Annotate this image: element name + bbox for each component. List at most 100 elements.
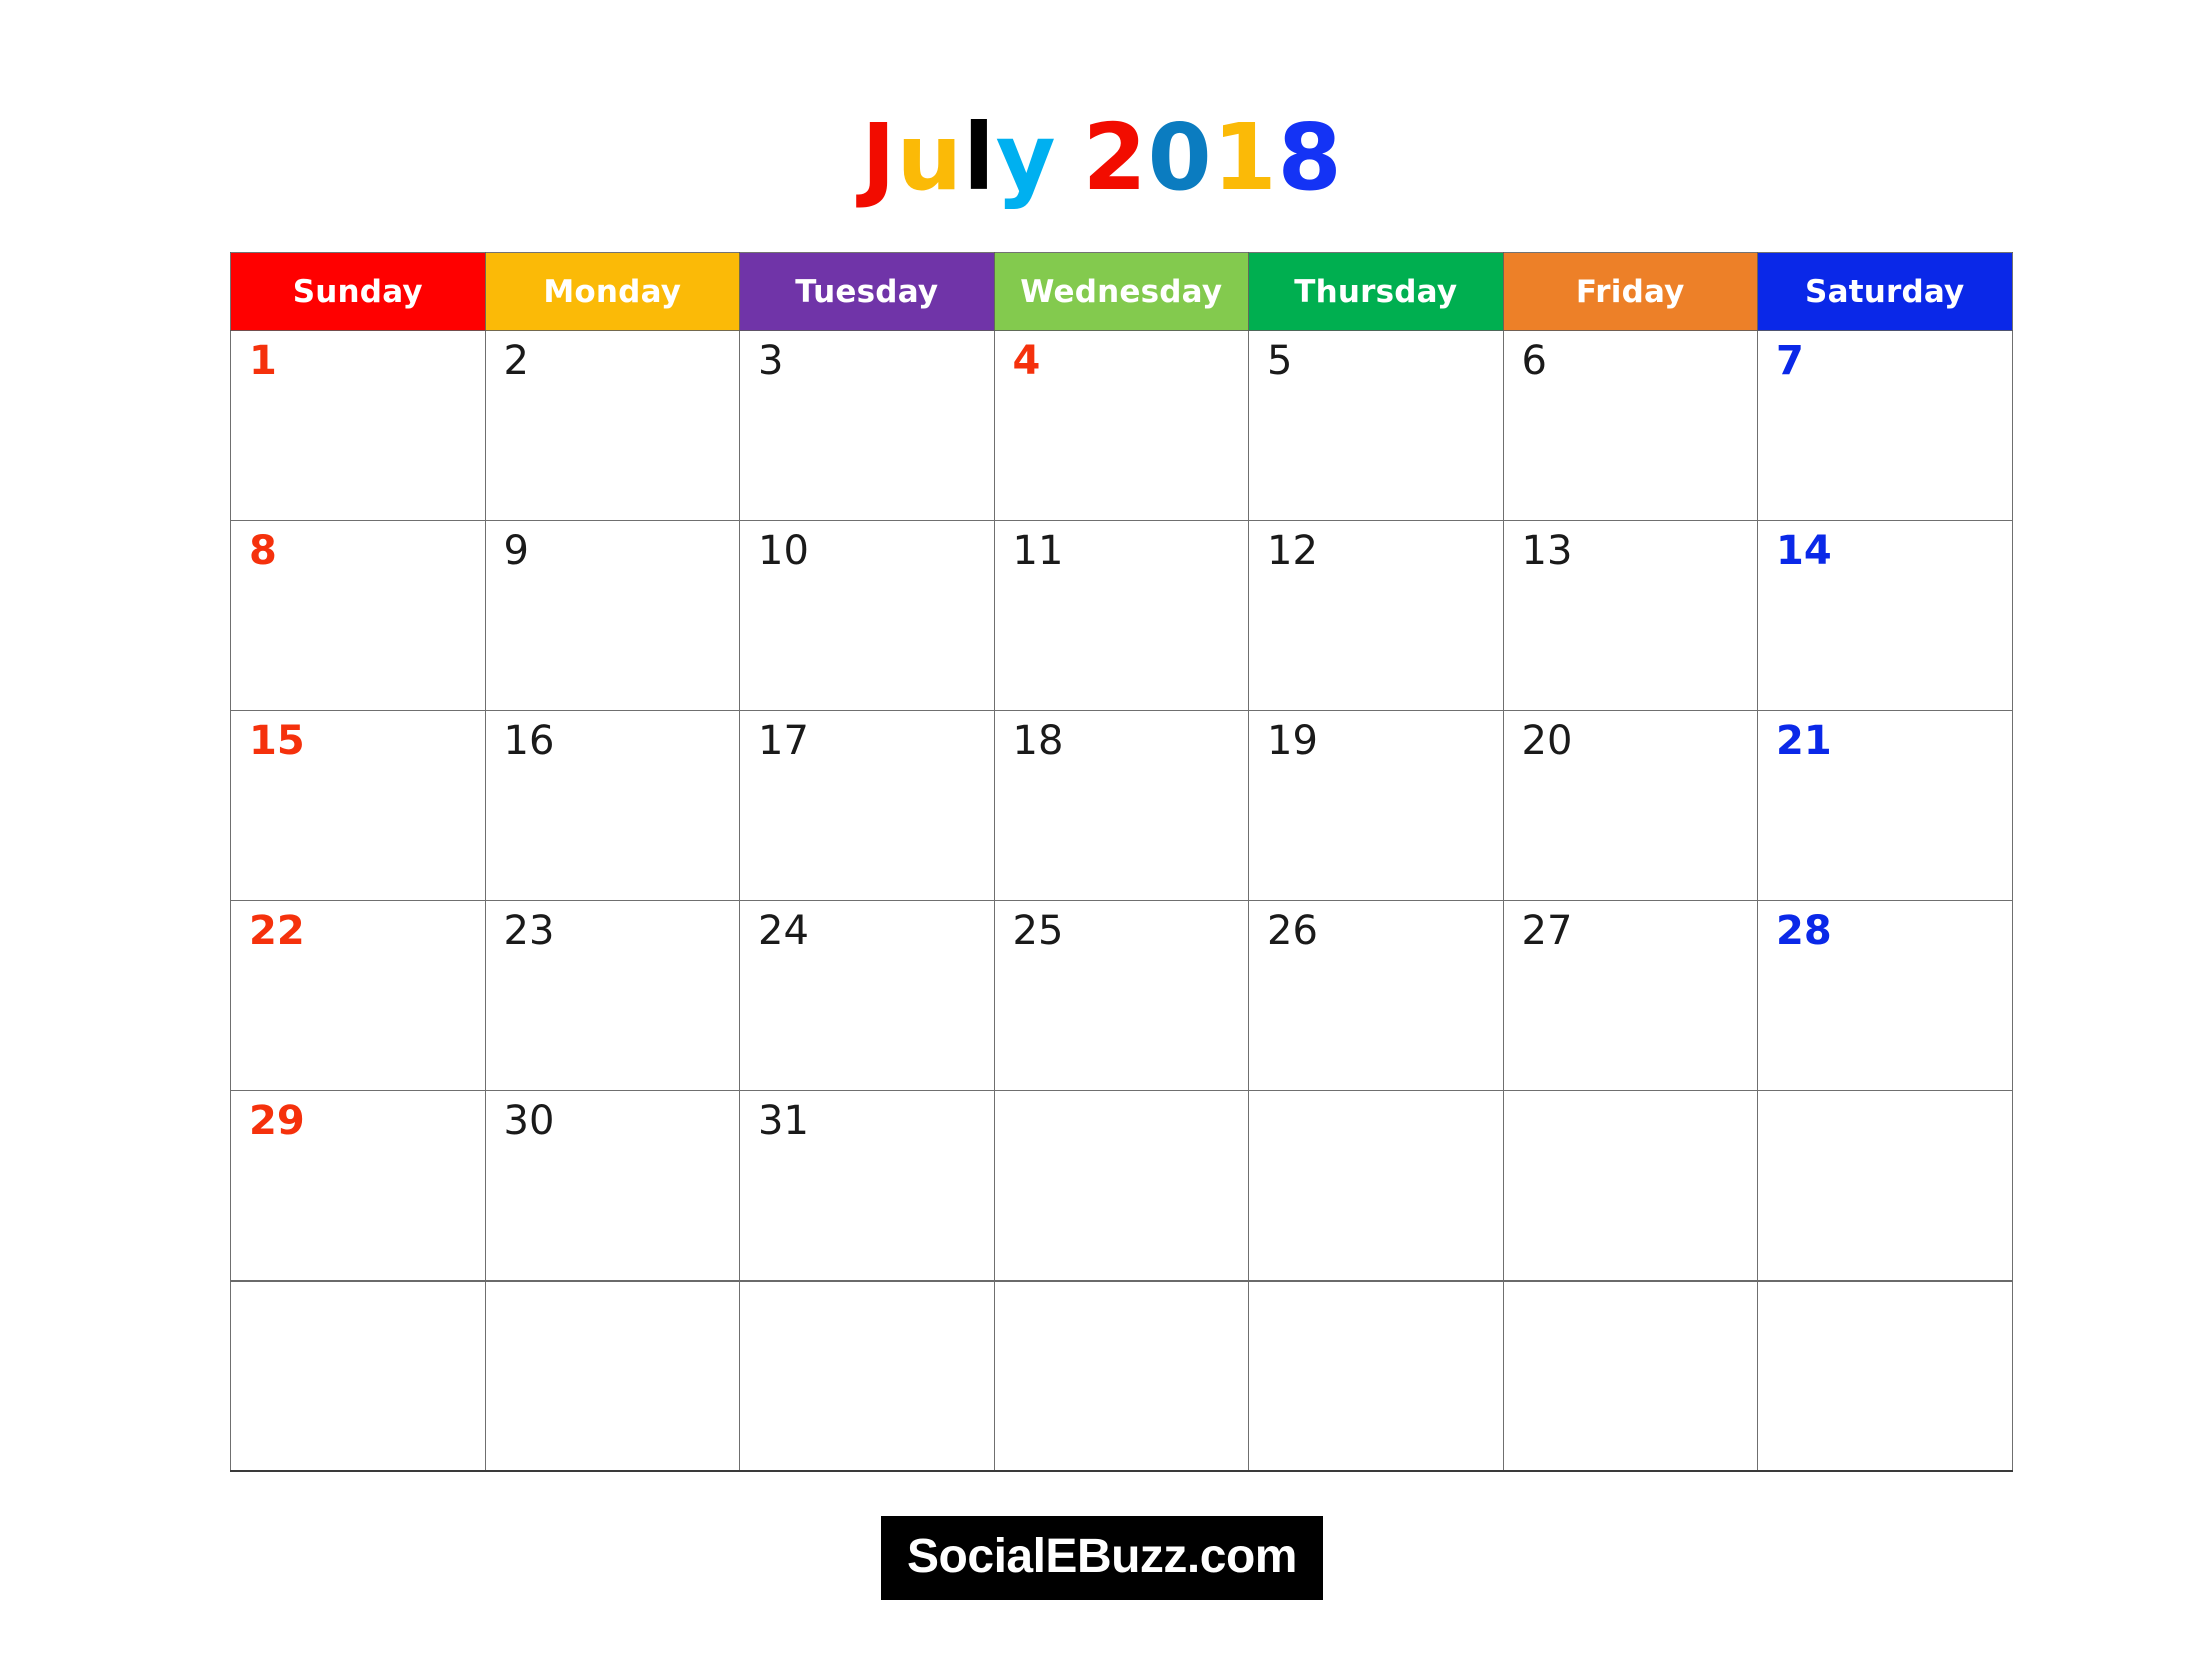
day-number: 29 bbox=[249, 1098, 305, 1144]
day-number: 7 bbox=[1776, 338, 1804, 384]
calendar-header-row: Sunday Monday Tuesday Wednesday Thursday Frid… bbox=[230, 252, 2013, 331]
day-number: 11 bbox=[1012, 528, 1064, 574]
calendar-day-cell-empty[interactable] bbox=[1248, 1090, 1504, 1281]
day-number: 22 bbox=[249, 908, 305, 954]
calendar-day-cell-21[interactable]: 21 bbox=[1757, 710, 2013, 901]
calendar-day-cell-16[interactable]: 16 bbox=[484, 710, 740, 901]
calendar-day-cell-30[interactable]: 30 bbox=[484, 1090, 740, 1281]
calendar-day-cell-5[interactable]: 5 bbox=[1248, 330, 1504, 521]
watermark-label: SocialEBuzz.com bbox=[881, 1516, 1323, 1600]
calendar-day-cell-20[interactable]: 20 bbox=[1502, 710, 1758, 901]
calendar-day-cell-28[interactable]: 28 bbox=[1757, 900, 2013, 1091]
day-number: 27 bbox=[1521, 908, 1573, 954]
day-number: 4 bbox=[1012, 338, 1041, 384]
calendar-body: 1 2 3 4 5 6 7 8 9 10 11 12 13 14 15 16 17 18 19 20 21 22 23 24 2… bbox=[230, 330, 2013, 1472]
day-number: 10 bbox=[758, 528, 809, 574]
day-number: 30 bbox=[503, 1098, 555, 1144]
day-number: 21 bbox=[1776, 718, 1832, 764]
calendar-day-cell-13[interactable]: 13 bbox=[1502, 520, 1758, 711]
calendar-grid: Sunday Monday Tuesday Wednesday Thursday Frid… bbox=[230, 252, 2013, 1472]
title-char-3: y bbox=[995, 104, 1057, 211]
calendar-day-cell-empty[interactable] bbox=[1757, 1279, 2013, 1472]
day-number: 24 bbox=[758, 908, 809, 954]
calendar-day-cell-3[interactable]: 3 bbox=[739, 330, 995, 521]
day-number: 12 bbox=[1267, 528, 1318, 574]
day-number: 13 bbox=[1521, 528, 1573, 574]
day-number: 16 bbox=[503, 718, 555, 764]
calendar-page: July 2018 Sunday Monday Tuesday Wednesday Thu… bbox=[0, 0, 2204, 1660]
calendar-week-row: 1 2 3 4 5 6 7 bbox=[230, 330, 2013, 521]
calendar-day-cell-empty[interactable] bbox=[230, 1279, 486, 1472]
day-number: 20 bbox=[1521, 718, 1573, 764]
weekday-header-saturday: Saturday bbox=[1757, 252, 2013, 331]
calendar-day-cell-9[interactable]: 9 bbox=[484, 520, 740, 711]
weekday-header-friday: Friday bbox=[1502, 252, 1758, 331]
calendar-day-cell-8[interactable]: 8 bbox=[230, 520, 486, 711]
calendar-day-cell-26[interactable]: 26 bbox=[1248, 900, 1504, 1091]
calendar-week-row: 8 9 10 11 12 13 14 bbox=[230, 520, 2013, 711]
calendar-day-cell-31[interactable]: 31 bbox=[739, 1090, 995, 1281]
title-char-7: 1 bbox=[1212, 104, 1278, 211]
day-number: 3 bbox=[758, 338, 784, 384]
day-number: 2 bbox=[503, 338, 529, 384]
day-number: 25 bbox=[1012, 908, 1064, 954]
calendar-day-cell-11[interactable]: 11 bbox=[993, 520, 1249, 711]
weekday-header-wednesday: Wednesday bbox=[993, 252, 1249, 331]
calendar-day-cell-23[interactable]: 23 bbox=[484, 900, 740, 1091]
day-number: 5 bbox=[1267, 338, 1293, 384]
page-title: July 2018 bbox=[0, 112, 2204, 204]
title-char-2: l bbox=[963, 104, 996, 211]
calendar-day-cell-empty[interactable] bbox=[993, 1279, 1249, 1472]
calendar-day-cell-empty[interactable] bbox=[993, 1090, 1249, 1281]
title-char-5: 2 bbox=[1082, 104, 1148, 211]
day-number: 9 bbox=[503, 528, 529, 574]
calendar-day-cell-17[interactable]: 17 bbox=[739, 710, 995, 901]
calendar-day-cell-19[interactable]: 19 bbox=[1248, 710, 1504, 901]
day-number: 28 bbox=[1776, 908, 1832, 954]
calendar-day-cell-29[interactable]: 29 bbox=[230, 1090, 486, 1281]
calendar-day-cell-12[interactable]: 12 bbox=[1248, 520, 1504, 711]
title-char-6: 0 bbox=[1147, 104, 1213, 211]
calendar-day-cell-empty[interactable] bbox=[1248, 1279, 1504, 1472]
calendar-day-cell-empty[interactable] bbox=[1502, 1090, 1758, 1281]
day-number: 19 bbox=[1267, 718, 1318, 764]
calendar-day-cell-empty[interactable] bbox=[739, 1279, 995, 1472]
day-number: 14 bbox=[1776, 528, 1832, 574]
calendar-day-cell-18[interactable]: 18 bbox=[993, 710, 1249, 901]
day-number: 1 bbox=[249, 338, 277, 384]
calendar-day-cell-empty[interactable] bbox=[484, 1279, 740, 1472]
day-number: 17 bbox=[758, 718, 809, 764]
calendar-day-cell-14[interactable]: 14 bbox=[1757, 520, 2013, 711]
day-number: 23 bbox=[503, 908, 555, 954]
weekday-header-sunday: Sunday bbox=[230, 252, 486, 331]
weekday-header-monday: Monday bbox=[484, 252, 740, 331]
calendar-day-cell-27[interactable]: 27 bbox=[1502, 900, 1758, 1091]
day-number: 8 bbox=[249, 528, 277, 574]
title-char-1: u bbox=[896, 104, 964, 211]
weekday-header-tuesday: Tuesday bbox=[739, 252, 995, 331]
calendar-day-cell-4[interactable]: 4 bbox=[993, 330, 1249, 521]
day-number: 31 bbox=[758, 1098, 809, 1144]
calendar-day-cell-2[interactable]: 2 bbox=[484, 330, 740, 521]
title-char-8: 8 bbox=[1277, 104, 1343, 211]
calendar-day-cell-22[interactable]: 22 bbox=[230, 900, 486, 1091]
calendar-day-cell-10[interactable]: 10 bbox=[739, 520, 995, 711]
calendar-week-row bbox=[230, 1279, 2013, 1472]
day-number: 26 bbox=[1267, 908, 1318, 954]
calendar-day-cell-25[interactable]: 25 bbox=[993, 900, 1249, 1091]
calendar-day-cell-6[interactable]: 6 bbox=[1502, 330, 1758, 521]
weekday-header: Sunday Monday Tuesday Wednesday Thursday Frid… bbox=[230, 252, 2013, 331]
day-number: 15 bbox=[249, 718, 305, 764]
calendar-day-cell-empty[interactable] bbox=[1757, 1090, 2013, 1281]
calendar-day-cell-24[interactable]: 24 bbox=[739, 900, 995, 1091]
day-number: 6 bbox=[1521, 338, 1547, 384]
calendar-day-cell-1[interactable]: 1 bbox=[230, 330, 486, 521]
weekday-header-thursday: Thursday bbox=[1248, 252, 1504, 331]
calendar-day-cell-empty[interactable] bbox=[1502, 1279, 1758, 1472]
calendar-day-cell-7[interactable]: 7 bbox=[1757, 330, 2013, 521]
title-char-0: J bbox=[861, 104, 897, 211]
calendar-day-cell-15[interactable]: 15 bbox=[230, 710, 486, 901]
watermark: SocialEBuzz.com bbox=[0, 1516, 2204, 1600]
calendar-week-row: 22 23 24 25 26 27 28 bbox=[230, 900, 2013, 1091]
day-number: 18 bbox=[1012, 718, 1064, 764]
